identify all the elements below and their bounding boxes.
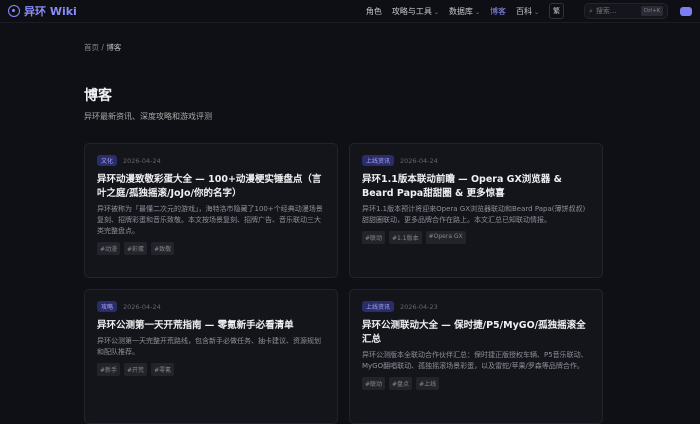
category-badge: 上线资讯 (362, 155, 395, 166)
post-description: 异环1.1版本预计将迎来Opera GX浏览器联动和Beard Papa(薄饼叔… (362, 205, 586, 224)
post-date: 2026-04-24 (123, 156, 161, 165)
brand-logo[interactable]: 异环 Wiki (8, 3, 77, 19)
breadcrumb: 首页 / 博客 (84, 42, 687, 53)
search-placeholder: 搜索... (595, 7, 617, 15)
nav-characters[interactable]: 角色 (366, 6, 382, 17)
breadcrumb-home[interactable]: 首页 (84, 43, 99, 52)
nav-label: 数据库 (448, 6, 473, 16)
discord-icon[interactable] (680, 6, 692, 16)
post-tags: #动漫 #彩蛋 #致敬 (97, 242, 325, 255)
chevron-down-icon: ⌄ (433, 8, 439, 16)
tag[interactable]: #彩蛋 (124, 242, 148, 255)
blog-post-card[interactable]: 文化 2026-04-24 异环动漫致敬彩蛋大全 — 100+动漫梗实锤盘点（言叶… (84, 143, 338, 278)
page-subtitle: 异环最新资讯、深度攻略和游戏评测 (84, 112, 212, 121)
brand-name: 异环 Wiki (24, 5, 77, 18)
blog-post-card[interactable]: 攻略 2026-04-24 异环公测第一天开荒指南 — 零氪新手必看清单 异环公测… (84, 289, 338, 424)
tag[interactable]: #开荒 (124, 363, 148, 376)
post-date: 2026-04-23 (400, 302, 438, 311)
post-date: 2026-04-24 (400, 156, 438, 165)
chevron-down-icon: ⌄ (533, 8, 539, 16)
tag[interactable]: #盘点 (389, 377, 413, 390)
tag[interactable]: #动漫 (97, 242, 121, 255)
post-date: 2026-04-24 (123, 302, 161, 311)
blog-post-card[interactable]: 上线资讯 2026-04-24 异环1.1版本联动前瞻 — Opera GX浏览器… (349, 143, 603, 278)
tag[interactable]: #新手 (97, 363, 121, 376)
nav-blog[interactable]: 博客 (490, 6, 506, 17)
breadcrumb-separator: / (101, 43, 104, 52)
logo-icon (8, 5, 20, 17)
post-description: 异环公测版本全联动合作伙伴汇总：保时捷正版授权车辆、P5音乐联动、MyGO翻唱联… (362, 351, 588, 370)
breadcrumb-current: 博客 (106, 43, 122, 52)
post-tags: #新手 #开荒 #零氪 (97, 363, 325, 376)
page-title: 博客 (84, 88, 112, 104)
tag[interactable]: #上线 (416, 377, 440, 390)
post-tags: #联动 #盘点 #上线 (362, 377, 590, 390)
category-badge: 攻略 (97, 301, 118, 312)
language-toggle[interactable]: 繁 (549, 3, 564, 19)
chevron-down-icon: ⌄ (474, 8, 480, 16)
nav-label: 攻略与工具 (391, 6, 432, 16)
nav-encyclopedia[interactable]: 百科 ⌄ (516, 6, 539, 17)
post-title[interactable]: 异环公测第一天开荒指南 — 零氪新手必看清单 (97, 319, 325, 333)
nav-label: 百科 (515, 6, 532, 16)
tag[interactable]: #联动 (362, 231, 386, 244)
post-tags: #联动 #1.1版本 #Opera GX (362, 231, 590, 244)
tag[interactable]: #零氪 (151, 363, 175, 376)
blog-post-card[interactable]: 上线资讯 2026-04-23 异环公测联动大全 — 保时捷/P5/MyGO/孤独… (349, 289, 603, 424)
tag[interactable]: #联动 (362, 377, 386, 390)
tag[interactable]: #Opera GX (425, 231, 466, 244)
top-nav: 异环 Wiki 角色 攻略与工具 ⌄ 数据库 ⌄ 博客 百科 ⌄ 繁 ⌕ 搜索... Ct… (0, 0, 700, 23)
post-title[interactable]: 异环1.1版本联动前瞻 — Opera GX浏览器 & Beard Papa甜甜… (362, 173, 590, 201)
tag[interactable]: #1.1版本 (389, 231, 422, 244)
category-badge: 文化 (97, 155, 118, 166)
search-icon: ⌕ (589, 6, 593, 15)
post-description: 异环公测第一天完整开荒路线，包含新手必做任务、抽卡建议、资源规划和配队推荐。 (97, 337, 321, 356)
nav-database[interactable]: 数据库 ⌄ (449, 6, 480, 17)
search-shortcut: Ctrl+K (640, 6, 663, 16)
nav-guides-tools[interactable]: 攻略与工具 ⌄ (392, 6, 439, 17)
tag[interactable]: #致敬 (151, 242, 175, 255)
post-title[interactable]: 异环动漫致敬彩蛋大全 — 100+动漫梗实锤盘点（言叶之庭/孤独摇滚/JoJo/… (97, 173, 325, 201)
post-description: 异环被称为「最懂二次元的游戏」，海特洛市隐藏了100+个经典动漫场景复刻、招牌彩… (97, 205, 323, 235)
post-title[interactable]: 异环公测联动大全 — 保时捷/P5/MyGO/孤独摇滚全汇总 (362, 319, 590, 347)
search-button[interactable]: ⌕ 搜索... Ctrl+K (584, 3, 668, 19)
category-badge: 上线资讯 (362, 301, 395, 312)
